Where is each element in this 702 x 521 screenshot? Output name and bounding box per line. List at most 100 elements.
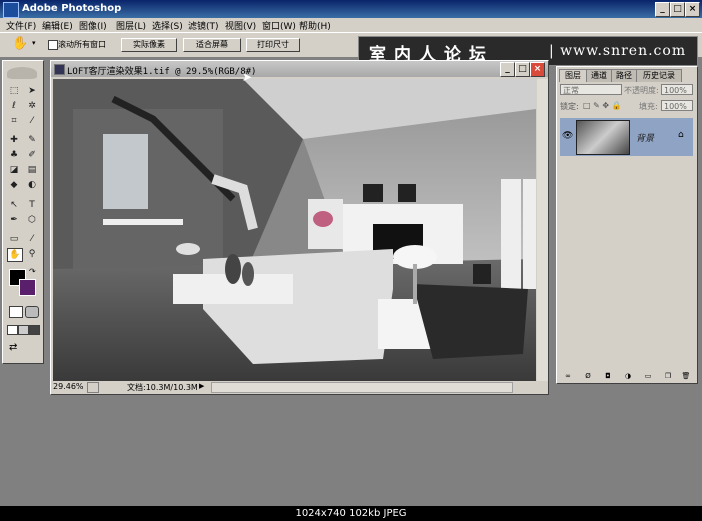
lock-icons[interactable]: □ ✎ ✥ 🔒 [583, 101, 622, 110]
shape-tool-icon[interactable]: ⬡ [25, 214, 39, 226]
app-title: Adobe Photoshop [22, 3, 122, 14]
title-bar: Adobe Photoshop _ □ × [0, 0, 702, 18]
doc-maximize-button[interactable]: □ [515, 62, 530, 77]
zoom-level[interactable]: 29.46% [53, 382, 84, 391]
print-size-button[interactable]: 打印尺寸 [246, 38, 300, 52]
eyedropper-tool-icon[interactable]: ⁄ [25, 233, 39, 245]
document-window: LOFT客厅渲染效果1.tif @ 29.5%(RGB/8#) _ □ × 29… [50, 60, 549, 395]
layer-row-background[interactable]: 👁 背景 ⌂ [560, 118, 693, 156]
document-status-bar: 29.46% 文档:10.3M/10.3M ▶ [51, 381, 548, 393]
menu-layer[interactable]: 图层(L) [116, 19, 146, 32]
document-size: 文档:10.3M/10.3M [127, 383, 198, 392]
slice-tool-icon[interactable]: ⁄ [25, 115, 39, 127]
gradient-tool-icon[interactable]: ▤ [25, 164, 39, 176]
lock-icon: ⌂ [678, 130, 684, 140]
type-tool-icon[interactable]: T [25, 199, 39, 211]
feather-icon [7, 67, 37, 79]
lock-label: 锁定: [560, 102, 579, 111]
healing-brush-tool-icon[interactable]: ✚ [7, 134, 21, 146]
layer-name[interactable]: 背景 [636, 131, 654, 144]
image-caption: 1024x740 102kb JPEG [0, 506, 702, 521]
new-layer-icon[interactable]: ❐ [663, 371, 673, 381]
menu-window[interactable]: 窗口(W) [262, 19, 296, 32]
toolbox: ⬚ ➤ ℓ ✲ ⌗ ⁄ ✚ ✎ ♣ ✐ ◪ ▤ ◆ ◐ ↖ T ✒ ⬡ ▭ ⁄ … [2, 60, 44, 364]
swap-colors-icon[interactable]: ↷ [29, 267, 36, 276]
panel-tabs: 图层 通道 路径 历史记录 [559, 69, 695, 82]
layer-mask-icon[interactable]: ◘ [603, 371, 613, 381]
menu-select[interactable]: 选择(S) [152, 19, 183, 32]
scroll-all-label: 滚动所有窗口 [58, 40, 106, 49]
photoshop-window: Adobe Photoshop _ □ × 文件(F) 编辑(E) 图像(I) … [0, 0, 702, 506]
fill-label: 填充: [639, 102, 658, 111]
vertical-scrollbar[interactable] [537, 79, 548, 381]
blend-mode-select[interactable]: 正常 [560, 84, 622, 95]
loft-living-room-render [53, 79, 536, 381]
hand-tool-icon[interactable]: ✋ [12, 36, 28, 51]
eraser-tool-icon[interactable]: ◪ [7, 164, 21, 176]
menu-view[interactable]: 视图(V) [225, 19, 256, 32]
brush-tool-icon[interactable]: ✎ [25, 134, 39, 146]
screen-mode-standard-icon[interactable] [7, 325, 18, 335]
standard-mode-icon[interactable] [9, 306, 23, 318]
doc-minimize-button[interactable]: _ [500, 62, 515, 77]
dodge-tool-icon[interactable]: ◐ [25, 179, 39, 191]
tab-channels[interactable]: 通道 [586, 69, 612, 82]
adjustment-layer-icon[interactable]: ◑ [623, 371, 633, 381]
menu-file[interactable]: 文件(F) [6, 19, 36, 32]
minimize-button[interactable]: _ [655, 2, 670, 17]
document-title: LOFT客厅渲染效果1.tif @ 29.5%(RGB/8#) [67, 67, 257, 77]
crop-tool-icon[interactable]: ⌗ [7, 115, 21, 127]
path-selection-tool-icon[interactable]: ↖ [7, 199, 21, 211]
mouse-cursor-icon: ➤ [242, 70, 253, 84]
scroll-all-checkbox[interactable] [48, 40, 58, 50]
move-tool-icon[interactable]: ➤ [25, 85, 39, 97]
maximize-button[interactable]: □ [670, 2, 685, 17]
banner-url: | www.snren.com [549, 43, 687, 59]
jump-to-imageready-icon[interactable]: ⇄ [9, 342, 17, 353]
screen-mode-full-icon[interactable] [29, 325, 40, 335]
blur-tool-icon[interactable]: ◆ [7, 179, 21, 191]
background-color-swatch[interactable] [19, 279, 36, 296]
opacity-field[interactable]: 100% [661, 84, 693, 95]
menu-filter[interactable]: 滤镜(T) [188, 19, 219, 32]
opacity-label: 不透明度: [624, 86, 659, 95]
delete-layer-icon[interactable]: 🗑 [681, 371, 691, 381]
fill-field[interactable]: 100% [661, 100, 693, 111]
history-brush-tool-icon[interactable]: ✐ [25, 149, 39, 161]
status-arrow-icon[interactable]: ▶ [199, 382, 204, 390]
image-canvas[interactable] [53, 79, 536, 381]
notes-tool-icon[interactable]: ▭ [7, 233, 21, 245]
menu-image[interactable]: 图像(I) [79, 19, 107, 32]
photoshop-app-icon [3, 2, 19, 18]
magic-wand-tool-icon[interactable]: ✲ [25, 100, 39, 112]
clone-stamp-tool-icon[interactable]: ♣ [7, 149, 21, 161]
layer-style-icon[interactable]: Ø [583, 371, 593, 381]
new-group-icon[interactable]: ▭ [643, 371, 653, 381]
layer-thumbnail [576, 120, 630, 155]
document-title-bar: LOFT客厅渲染效果1.tif @ 29.5%(RGB/8#) _ □ × [51, 61, 548, 77]
menu-bar: 文件(F) 编辑(E) 图像(I) 图层(L) 选择(S) 滤镜(T) 视图(V… [0, 18, 702, 32]
link-layers-icon[interactable]: ∞ [563, 371, 573, 381]
document-icon [54, 64, 65, 75]
tool-preset-chevron-icon[interactable]: ▾ [32, 39, 36, 47]
tab-paths[interactable]: 路径 [611, 69, 637, 82]
tab-layers[interactable]: 图层 [559, 69, 587, 82]
fit-screen-button[interactable]: 适合屏幕 [183, 38, 241, 52]
pen-tool-icon[interactable]: ✒ [7, 214, 21, 226]
quick-mask-mode-icon[interactable] [25, 306, 39, 318]
screen-mode-full-menu-icon[interactable] [18, 325, 29, 335]
marquee-tool-icon[interactable]: ⬚ [7, 85, 21, 97]
status-menu-icon[interactable] [87, 382, 99, 393]
close-button[interactable]: × [685, 2, 700, 17]
actual-pixels-button[interactable]: 实际像素 [121, 38, 177, 52]
zoom-tool-icon[interactable]: ⚲ [25, 248, 39, 260]
tab-history[interactable]: 历史记录 [636, 69, 682, 82]
hand-tool-icon[interactable]: ✋ [7, 248, 23, 262]
lasso-tool-icon[interactable]: ℓ [7, 100, 21, 112]
layers-panel: 图层 通道 路径 历史记录 正常 不透明度: 100% 锁定: □ ✎ ✥ 🔒 … [556, 66, 698, 384]
eye-visibility-icon[interactable]: 👁 [562, 131, 573, 141]
menu-edit[interactable]: 编辑(E) [42, 19, 73, 32]
horizontal-scrollbar[interactable] [211, 382, 513, 393]
menu-help[interactable]: 帮助(H) [299, 19, 331, 32]
doc-close-button[interactable]: × [530, 62, 545, 77]
